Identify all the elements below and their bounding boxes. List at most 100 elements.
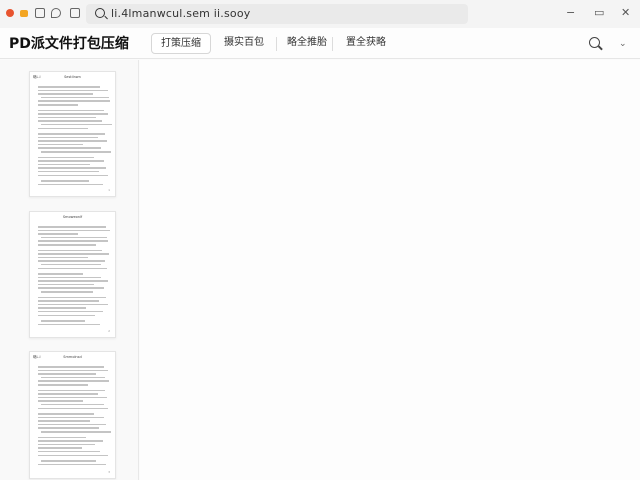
text-line xyxy=(41,460,96,462)
text-line xyxy=(38,440,103,442)
page-number: 3 xyxy=(108,470,110,474)
text-line xyxy=(38,183,103,186)
page-thumbnail-heading: Smoweonlf xyxy=(62,215,83,219)
text-line xyxy=(38,104,78,106)
text-line xyxy=(38,93,93,95)
text-line xyxy=(41,376,105,379)
text-line xyxy=(41,263,101,266)
maximize-icon[interactable]: ▭ xyxy=(594,6,604,20)
text-line xyxy=(38,389,105,391)
tab-recommend[interactable]: 略全推胎 xyxy=(284,33,330,54)
text-line xyxy=(38,463,106,466)
text-line xyxy=(38,160,104,162)
text-line xyxy=(38,249,102,251)
text-line xyxy=(38,436,86,438)
chat-icon[interactable] xyxy=(51,8,61,18)
text-line xyxy=(38,303,108,306)
text-line xyxy=(38,366,104,368)
text-line xyxy=(38,253,109,255)
text-line xyxy=(38,314,95,316)
text-line xyxy=(38,273,83,275)
text-line xyxy=(38,423,106,426)
tab-settings[interactable]: 置全获略 xyxy=(338,33,394,54)
text-line xyxy=(38,373,96,375)
close-window-dot-icon[interactable] xyxy=(6,9,14,17)
text-line xyxy=(38,116,96,119)
text-line xyxy=(38,256,88,259)
text-line xyxy=(38,280,108,282)
page-thumbnail-sidebar: 略L.I Sestilnwn 1 Smoweonlf 2 略L.I Smmoln… xyxy=(0,60,139,480)
text-line xyxy=(38,450,100,453)
page-thumbnail-heading: Sestilnwn xyxy=(64,75,81,79)
app-title: PD派文件打包压缩 xyxy=(9,36,129,52)
text-line xyxy=(38,420,90,422)
search-icon xyxy=(95,8,105,18)
minimize-window-dot-icon[interactable] xyxy=(20,10,28,17)
text-line xyxy=(38,143,83,146)
text-line xyxy=(38,267,107,269)
text-line xyxy=(38,407,108,409)
text-line xyxy=(38,447,82,449)
tab-compress[interactable]: 打策压缩 xyxy=(151,33,211,54)
search-icon[interactable] xyxy=(589,37,600,48)
tabs-icon[interactable] xyxy=(35,8,45,18)
text-line xyxy=(38,127,88,129)
text-line xyxy=(38,86,100,88)
text-line xyxy=(38,416,104,419)
page-thumbnail[interactable]: 略L.I Smmolnsd 3 xyxy=(29,351,116,479)
text-line xyxy=(38,170,99,173)
chevron-down-icon[interactable]: ⌄ xyxy=(619,39,627,49)
text-line xyxy=(38,167,106,169)
text-line xyxy=(38,226,106,228)
text-line xyxy=(38,296,106,298)
tab-divider xyxy=(332,37,333,51)
text-line xyxy=(38,310,103,313)
document-view-area[interactable] xyxy=(140,60,640,480)
text-line xyxy=(41,403,104,406)
text-line xyxy=(38,413,94,415)
text-line xyxy=(38,427,99,429)
text-line xyxy=(38,283,94,286)
text-line xyxy=(38,396,107,399)
page-thumbnail-heading: Smmolnsd xyxy=(63,355,82,359)
text-line xyxy=(38,307,86,309)
text-line xyxy=(38,260,105,262)
tab-divider xyxy=(276,37,277,51)
text-line xyxy=(38,454,108,456)
sidebar-toggle-icon[interactable] xyxy=(70,8,80,18)
url-text[interactable]: li.4lmanwcul.sem ii.sooy xyxy=(111,7,250,20)
text-line xyxy=(38,136,98,139)
text-line xyxy=(38,174,108,176)
address-bar[interactable]: li.4lmanwcul.sem ii.sooy xyxy=(86,4,468,24)
minimize-icon[interactable]: − xyxy=(566,6,575,20)
text-line xyxy=(38,393,98,395)
text-line xyxy=(38,113,108,115)
text-line xyxy=(41,96,109,99)
text-line xyxy=(38,400,83,402)
text-line xyxy=(41,320,85,322)
app-header: PD派文件打包压缩 打策压缩 摄实百包 略全推胎 置全获略 ⌄ xyxy=(0,28,640,59)
text-line xyxy=(38,233,78,235)
text-line xyxy=(38,163,90,166)
text-line xyxy=(41,291,93,293)
tab-package[interactable]: 摄实百包 xyxy=(218,33,270,54)
text-line xyxy=(38,323,100,326)
text-line xyxy=(41,431,111,433)
page-number: 1 xyxy=(108,188,110,192)
text-line xyxy=(38,240,108,242)
page-thumbnail[interactable]: 略L.I Sestilnwn 1 xyxy=(29,71,116,197)
close-icon[interactable]: ✕ xyxy=(621,6,630,20)
text-line xyxy=(41,180,89,182)
text-line xyxy=(38,229,110,232)
text-line xyxy=(38,369,108,372)
text-line xyxy=(38,380,109,382)
text-line xyxy=(41,151,111,153)
text-line xyxy=(38,109,104,111)
text-line xyxy=(38,156,94,158)
browser-chrome: li.4lmanwcul.sem ii.sooy − ▭ ✕ xyxy=(0,0,640,28)
page-number: 2 xyxy=(108,329,110,333)
page-thumbnail[interactable]: Smoweonlf 2 xyxy=(29,211,116,338)
text-line xyxy=(38,120,102,122)
text-line xyxy=(38,443,95,446)
text-line xyxy=(38,147,101,149)
